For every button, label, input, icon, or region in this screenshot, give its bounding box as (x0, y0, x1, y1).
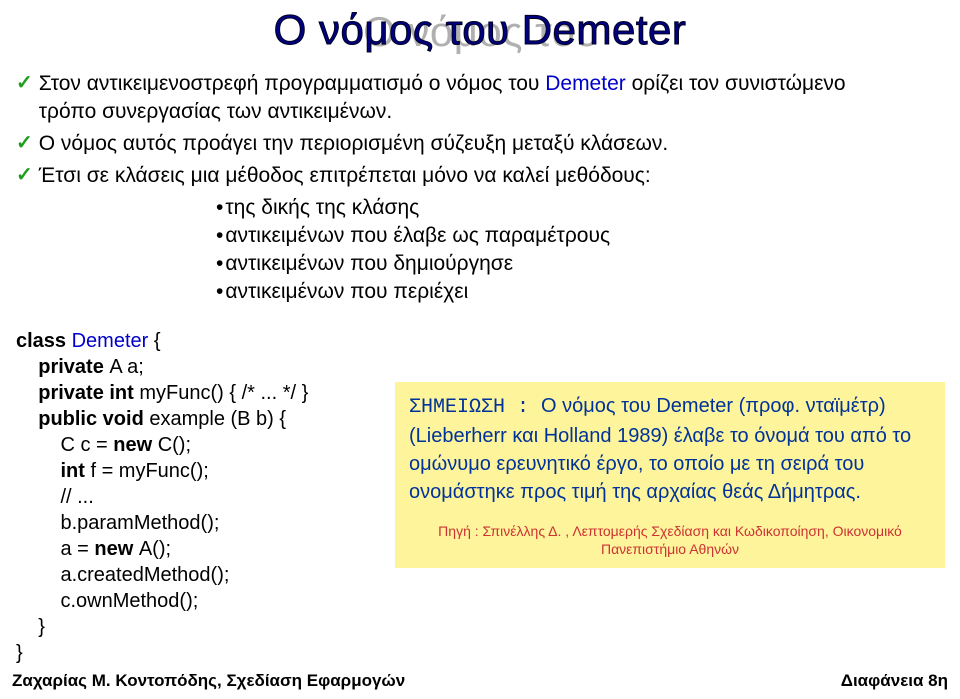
check-icon: ✓ (16, 70, 33, 96)
slide-title: Ο νόμος του Demeter Ο νόμος του Demeter (0, 6, 960, 54)
bullet-2-text: Ο νόμος αυτός προάγει την περιορισμένη σ… (39, 130, 668, 158)
sub-bullets: της δικής της κλάσης αντικειμένων που έλ… (216, 194, 862, 306)
sub-bullet-2: αντικειμένων που έλαβε ως παραμέτρους (216, 222, 862, 250)
bullet-1: ✓ Στον αντικειμενοστρεφή προγραμματισμό … (16, 70, 862, 126)
code-block: class Demeter { private A a; private int… (4, 320, 352, 640)
note-label: ΣΗΜΕΙΩΣΗ : (409, 396, 541, 419)
sub-bullet-3: αντικειμένων που δημιούργησε (216, 250, 862, 278)
note-box: ΣΗΜΕΙΩΣΗ : Ο νόμος του Demeter (προφ. ντ… (395, 382, 945, 568)
bullet-3-text: Έτσι σε κλάσεις μια μέθοδος επιτρέπεται … (39, 162, 651, 190)
bullet-2: ✓ Ο νόμος αυτός προάγει την περιορισμένη… (16, 130, 862, 158)
slide: Ο νόμος του Demeter Ο νόμος του Demeter … (0, 0, 960, 699)
check-icon: ✓ (16, 162, 33, 188)
intro-block: ✓ Στον αντικειμενοστρεφή προγραμματισμό … (4, 62, 876, 316)
footer-author: Ζαχαρίας Μ. Κοντοπόδης, Σχεδίαση Εφαρμογ… (12, 671, 405, 691)
bullet-1-text: Στον αντικειμενοστρεφή προγραμματισμό ο … (39, 70, 862, 126)
footer: Ζαχαρίας Μ. Κοντοπόδης, Σχεδίαση Εφαρμογ… (12, 671, 948, 691)
sub-bullet-4: αντικειμένων που περιέχει (216, 278, 862, 306)
check-icon: ✓ (16, 130, 33, 156)
note-source: Πηγή : Σπινέλλης Δ. , Λεπτομερής Σχεδίασ… (409, 522, 931, 558)
sub-bullet-1: της δικής της κλάσης (216, 194, 862, 222)
note-text: ΣΗΜΕΙΩΣΗ : Ο νόμος του Demeter (προφ. ντ… (409, 392, 931, 506)
demeter-keyword: Demeter (545, 72, 626, 95)
code-content: class Demeter { private A a; private int… (16, 328, 338, 666)
footer-slide-number: Διαφάνεια 8η (841, 671, 948, 691)
bullet-3: ✓ Έτσι σε κλάσεις μια μέθοδος επιτρέπετα… (16, 162, 862, 190)
title-text: Ο νόμος του Demeter (274, 6, 687, 53)
